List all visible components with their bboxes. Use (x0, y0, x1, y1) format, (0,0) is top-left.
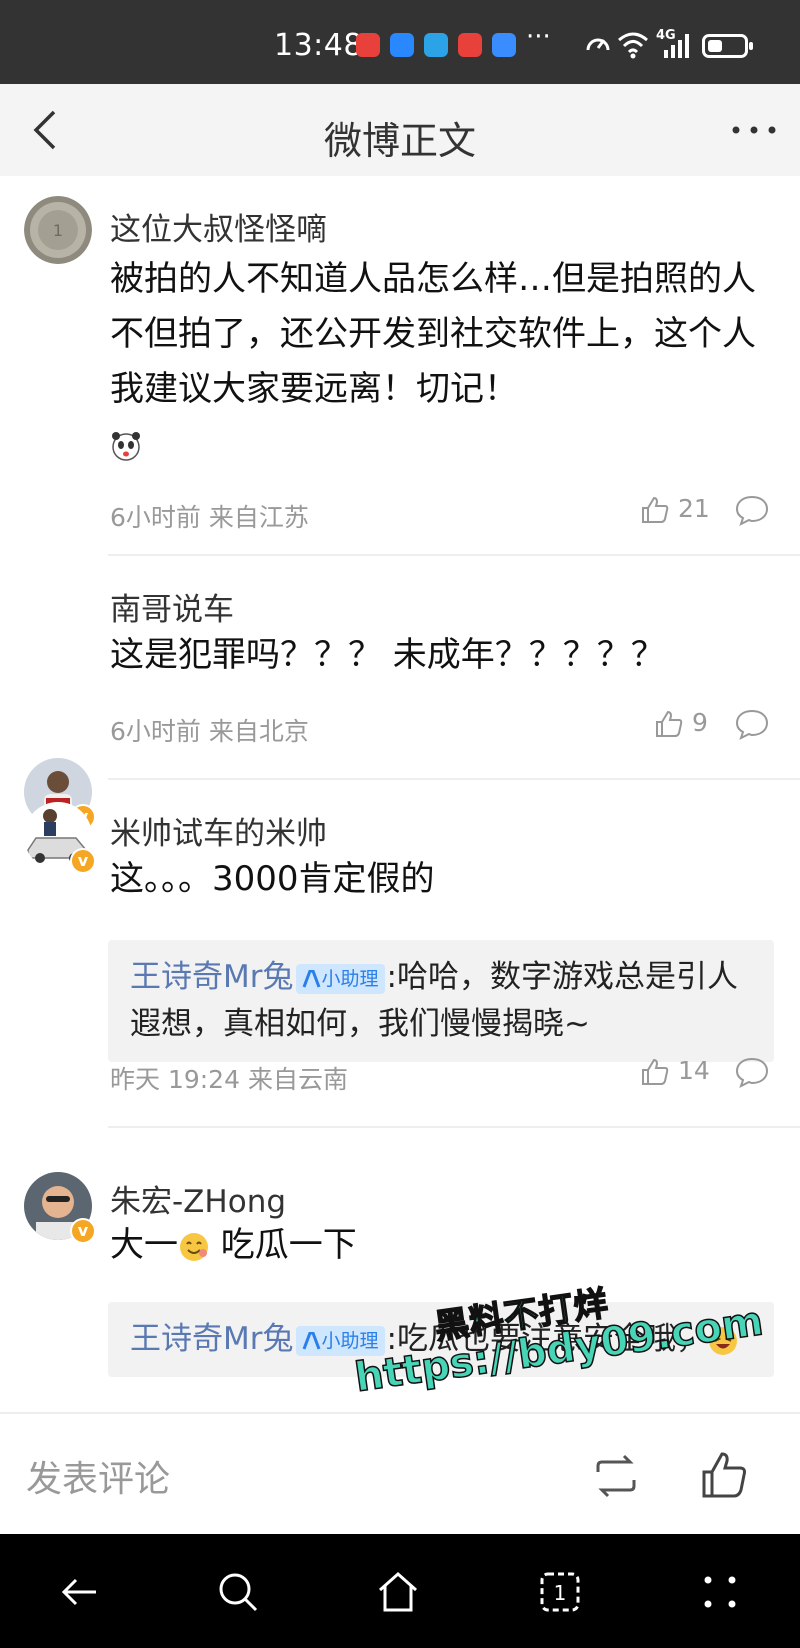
comment-reply-icon[interactable] (734, 1054, 770, 1090)
repost-button[interactable] (592, 1454, 640, 1498)
thumbs-up-icon (642, 1058, 669, 1085)
telegram-notification-icon (424, 33, 448, 57)
wifi-icon (618, 32, 648, 59)
like-post-button[interactable] (700, 1450, 748, 1500)
reply-author[interactable]: 王诗奇Mr兔 (130, 959, 294, 995)
browser-notification-icon (492, 33, 516, 57)
verified-badge-icon: v (70, 1218, 96, 1244)
system-nav-bar: 1 (0, 1534, 800, 1648)
thumbs-up-icon (656, 710, 683, 737)
comment-meta: 6小时前 来自北京 (110, 712, 309, 748)
divider (108, 778, 800, 780)
comment-text-end: 吃瓜一下 (210, 1225, 357, 1265)
assistant-reply[interactable]: 王诗奇Mr兔 小助理 :吃瓜也要注意安全哦， (108, 1302, 774, 1377)
comment-input[interactable]: 发表评论 (26, 1450, 170, 1502)
assistant-badge: 小助理 (295, 963, 385, 994)
nav-search-icon[interactable] (214, 1568, 262, 1616)
comment-username[interactable]: 米帅试车的米帅 (110, 808, 327, 853)
reply-author[interactable]: 王诗奇Mr兔 (130, 1321, 294, 1357)
signal-icon (664, 34, 689, 58)
smiling-emoji-icon (180, 1232, 208, 1261)
more-options-button[interactable] (726, 110, 782, 150)
ai-logo-icon (302, 1331, 320, 1350)
divider (108, 1126, 800, 1128)
avatar[interactable]: v (24, 802, 96, 874)
laughing-emoji-icon (708, 1326, 737, 1355)
comment-location: 来自云南 (247, 1065, 348, 1094)
comment-list-content: 南哥说车 这是犯罪吗？？？ 未成年？？？？？ 6小时前 来自北京 9 v 米帅试… (0, 176, 800, 1412)
assistant-badge-label: 小助理 (321, 967, 379, 990)
comment-text: 这是犯罪吗？？？ 未成年？？？？？ (110, 635, 665, 675)
ai-logo-icon (302, 969, 320, 988)
comment-reply-icon[interactable] (734, 706, 770, 742)
comment-input-bar: 发表评论 (0, 1412, 800, 1534)
speed-meter-icon (586, 38, 610, 51)
assistant-badge-label: 小助理 (321, 1329, 379, 1352)
comment-text: 这。。。3000肯定假的 (110, 859, 435, 899)
nav-back-icon[interactable] (56, 1568, 104, 1616)
verified-badge-icon: v (70, 848, 96, 874)
shopping-app-notification-icon (356, 33, 380, 57)
comment-location: 来自北京 (208, 717, 309, 746)
comment-time: 昨天 19:24 (110, 1065, 240, 1094)
page-title: 微博正文 (323, 119, 476, 163)
comment-username[interactable]: 朱宏-ZHong (110, 1176, 286, 1221)
more-notifications-indicator: ··· (526, 22, 551, 52)
nav-menu-icon[interactable] (696, 1568, 744, 1616)
nav-home-icon[interactable] (374, 1568, 422, 1616)
status-bar: 13:48 ··· 4G (0, 0, 800, 84)
like-button[interactable]: 14 (640, 1056, 710, 1087)
like-count: 9 (691, 708, 708, 737)
comment-text: 大一 吃瓜一下 (110, 1218, 770, 1273)
svg-text:1: 1 (554, 1581, 567, 1605)
battery-level (708, 40, 722, 52)
status-time: 13:48 (274, 28, 363, 63)
like-count: 14 (677, 1056, 710, 1085)
battery-icon (702, 34, 753, 58)
reply-text: :吃瓜也要注意安全哦， (386, 1321, 707, 1357)
avatar[interactable]: v (24, 1172, 96, 1244)
nav-recent-apps-icon[interactable]: 1 (536, 1568, 584, 1616)
message-app-notification-icon (390, 33, 414, 57)
comment-time: 6小时前 (110, 717, 201, 746)
title-bar: 微博正文 (0, 84, 800, 176)
red-app-notification-icon (458, 33, 482, 57)
comment-text-start: 大一 (110, 1225, 178, 1265)
comment-username[interactable]: 南哥说车 (110, 584, 234, 629)
like-button[interactable]: 9 (654, 708, 708, 739)
assistant-badge: 小助理 (295, 1325, 385, 1356)
comment-meta: 昨天 19:24 来自云南 (110, 1060, 348, 1096)
assistant-reply[interactable]: 王诗奇Mr兔 小助理:哈哈，数字游戏总是引人遐想，真相如何，我们慢慢揭晓~ (108, 940, 774, 1062)
